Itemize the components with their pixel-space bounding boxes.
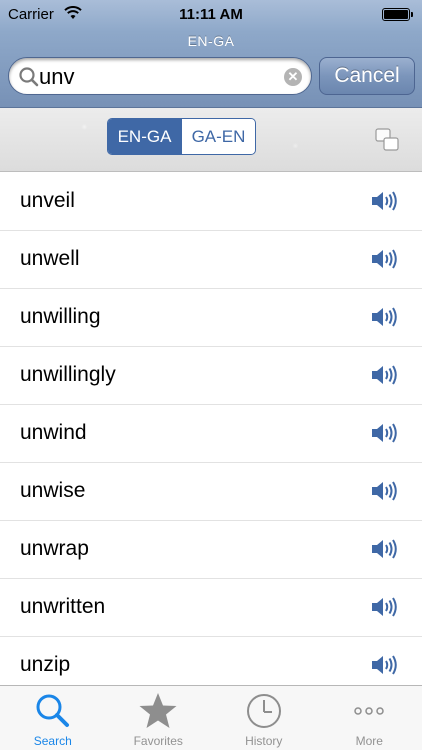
tab-favorites[interactable]: Favorites — [106, 686, 212, 750]
word-label: unwritten — [20, 595, 106, 618]
speaker-icon[interactable] — [370, 538, 398, 560]
direction-segmented-control: EN-GA GA-EN — [107, 118, 256, 155]
direction-toolbar: EN-GA GA-EN — [0, 108, 422, 172]
list-item[interactable]: unwind — [0, 405, 422, 463]
tab-more[interactable]: More — [317, 686, 422, 750]
speaker-icon[interactable] — [370, 306, 398, 328]
tab-label: Search — [33, 734, 72, 748]
battery-icon — [382, 8, 413, 21]
word-label: unwilling — [20, 305, 101, 328]
tab-search[interactable]: Search — [0, 686, 106, 750]
search-input[interactable]: unv ✕ — [8, 57, 312, 95]
word-label: unwrap — [20, 537, 89, 560]
word-label: unwise — [20, 479, 86, 502]
search-query[interactable]: unv — [39, 64, 74, 90]
clock-icon — [246, 694, 281, 728]
search-icon — [36, 694, 69, 727]
segment-ga-en[interactable]: GA-EN — [182, 119, 255, 154]
speaker-icon[interactable] — [370, 596, 398, 618]
speaker-icon[interactable] — [370, 190, 398, 212]
tab-label: More — [355, 734, 383, 748]
tab-bar: Search Favorites History More — [0, 685, 422, 750]
list-item[interactable]: unwritten — [0, 579, 422, 637]
list-item[interactable]: unwise — [0, 463, 422, 521]
segment-en-ga[interactable]: EN-GA — [108, 119, 182, 154]
list-item[interactable]: unwrap — [0, 521, 422, 579]
panels-toggle-icon[interactable] — [374, 127, 402, 153]
navigation-header: Carrier 11:11 AM EN-GA unv ✕ Cancel — [0, 0, 422, 108]
clear-search-icon[interactable]: ✕ — [284, 68, 302, 86]
word-list: unveil unwell unwilling unwillingly unwi… — [0, 173, 422, 685]
status-time: 11:11 AM — [179, 6, 243, 23]
list-item[interactable]: unveil — [0, 173, 422, 231]
status-bar: Carrier 11:11 AM — [0, 0, 422, 30]
tab-history[interactable]: History — [211, 686, 317, 750]
list-item[interactable]: unzip — [0, 637, 422, 685]
star-icon — [139, 693, 177, 728]
word-label: unwell — [20, 247, 80, 270]
speaker-icon[interactable] — [370, 422, 398, 444]
dictionary-title: EN-GA — [187, 33, 235, 49]
more-icon — [354, 707, 384, 715]
speaker-icon[interactable] — [370, 480, 398, 502]
cancel-button[interactable]: Cancel — [319, 57, 415, 95]
word-label: unveil — [20, 189, 75, 212]
word-label: unzip — [20, 653, 71, 676]
word-label: unwillingly — [20, 363, 116, 386]
search-icon — [19, 67, 39, 87]
list-item[interactable]: unwilling — [0, 289, 422, 347]
list-item[interactable]: unwell — [0, 231, 422, 289]
word-label: unwind — [20, 421, 87, 444]
speaker-icon[interactable] — [370, 248, 398, 270]
tab-label: Favorites — [133, 734, 183, 748]
speaker-icon[interactable] — [370, 654, 398, 676]
list-item[interactable]: unwillingly — [0, 347, 422, 405]
tab-label: History — [245, 734, 283, 748]
speaker-icon[interactable] — [370, 364, 398, 386]
